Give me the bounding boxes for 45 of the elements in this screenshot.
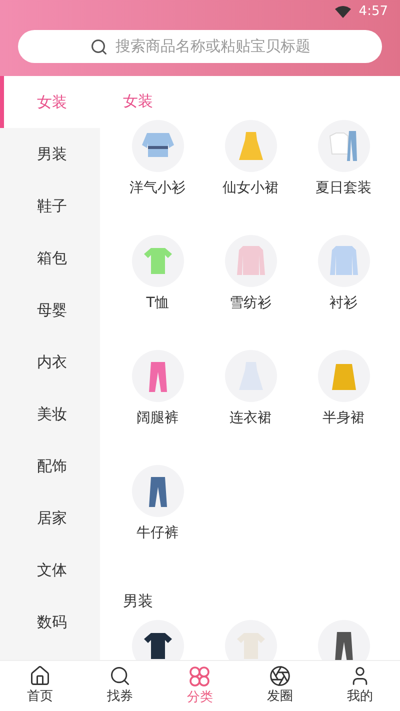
category-item[interactable]: T恤 bbox=[111, 233, 204, 348]
category-label: 阔腿裤 bbox=[136, 409, 178, 428]
category-label: 连衣裙 bbox=[230, 409, 272, 428]
search-placeholder: 搜索商品名称或粘贴宝贝标题 bbox=[116, 36, 310, 58]
status-time: 4:57 bbox=[358, 3, 388, 22]
search-icon bbox=[109, 665, 131, 688]
four-petal-icon bbox=[188, 664, 212, 688]
tab-bar-item[interactable]: 我的 bbox=[320, 661, 400, 711]
tab-bar-item[interactable]: 找券 bbox=[80, 661, 160, 711]
sidebar-item[interactable]: 数码 bbox=[0, 596, 100, 648]
category-item[interactable]: 夏日套装 bbox=[297, 118, 390, 233]
category-item[interactable]: 雪纺衫 bbox=[204, 233, 297, 348]
category-label: 衬衫 bbox=[330, 294, 358, 313]
aperture-icon bbox=[269, 665, 291, 688]
sidebar-item[interactable]: 母婴 bbox=[0, 284, 100, 336]
category-item[interactable]: 半身裙 bbox=[297, 348, 390, 463]
category-label: 仙女小裙 bbox=[222, 179, 278, 198]
sidebar-item[interactable]: 配饰 bbox=[0, 440, 100, 492]
sidebar-item[interactable]: 女装 bbox=[0, 76, 100, 128]
category-label: 雪纺衫 bbox=[230, 294, 272, 313]
category-label: 半身裙 bbox=[322, 409, 364, 428]
sidebar-item[interactable]: 箱包 bbox=[0, 232, 100, 284]
tab-bar-item[interactable]: 首页 bbox=[0, 661, 80, 711]
sidebar-item[interactable]: 居家 bbox=[0, 492, 100, 544]
search-icon bbox=[90, 38, 108, 56]
sidebar-item[interactable]: 美妆 bbox=[0, 388, 100, 440]
category-item[interactable]: 洋气小衫 bbox=[111, 118, 204, 233]
sidebar-item[interactable]: 男装 bbox=[0, 128, 100, 180]
category-item[interactable]: 仙女小裙 bbox=[204, 118, 297, 233]
category-label: T恤 bbox=[146, 294, 169, 313]
category-label: 夏日套装 bbox=[316, 179, 372, 198]
sidebar-item[interactable]: 鞋子 bbox=[0, 180, 100, 232]
category-item[interactable]: 牛仔裤 bbox=[111, 463, 204, 578]
wifi-icon bbox=[334, 6, 351, 18]
section-title: 女装 bbox=[122, 91, 154, 112]
section-title: 男装 bbox=[122, 591, 154, 612]
sidebar-item[interactable]: 文体 bbox=[0, 544, 100, 596]
tab-bar-item[interactable]: 发圈 bbox=[240, 661, 320, 711]
category-label: 洋气小衫 bbox=[130, 179, 186, 198]
category-label: 牛仔裤 bbox=[136, 524, 178, 543]
category-item[interactable]: 衬衫 bbox=[297, 233, 390, 348]
home-icon bbox=[29, 665, 51, 688]
category-item[interactable]: 阔腿裤 bbox=[111, 348, 204, 463]
sidebar-item[interactable]: 内衣 bbox=[0, 336, 100, 388]
category-item[interactable]: 连衣裙 bbox=[204, 348, 297, 463]
